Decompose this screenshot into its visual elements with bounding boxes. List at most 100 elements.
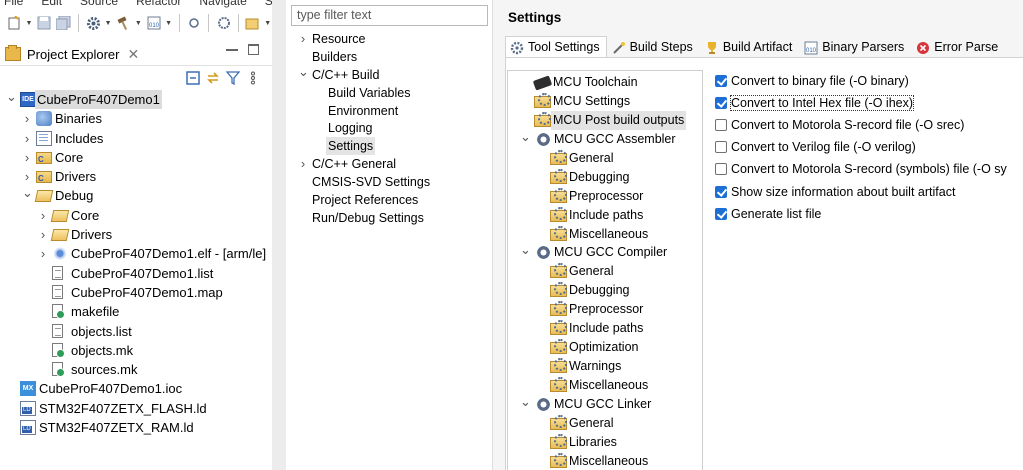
tool-tree-item[interactable]: MCU Post build outputs bbox=[508, 110, 702, 130]
chevron-right-icon[interactable]: › bbox=[38, 206, 48, 225]
tab-build-steps[interactable]: Build Steps bbox=[607, 36, 700, 58]
chevron-down-icon[interactable]: ▼ bbox=[165, 20, 173, 27]
tree-item[interactable]: sources.mk bbox=[0, 360, 272, 379]
panel-splitter[interactable] bbox=[272, 0, 286, 470]
nav-item-logging[interactable]: Logging bbox=[286, 119, 493, 137]
tree-item[interactable]: objects.list bbox=[0, 322, 272, 341]
tab-build-artifact[interactable]: Build Artifact bbox=[700, 36, 799, 58]
tool-tree-item[interactable]: MCU Toolchain bbox=[508, 73, 702, 92]
chevron-down-icon[interactable]: ⌄ bbox=[520, 240, 531, 259]
tree-item[interactable]: ›Drivers bbox=[0, 167, 272, 188]
nav-item-c-c-general[interactable]: › C/C++ General bbox=[286, 155, 493, 173]
menu-item-source[interactable]: Source bbox=[80, 0, 118, 8]
menu-item-refactor[interactable]: Refactor bbox=[136, 0, 181, 8]
nav-item-cmsis-svd-settings[interactable]: CMSIS-SVD Settings bbox=[286, 173, 493, 191]
chevron-right-icon[interactable]: › bbox=[22, 148, 32, 167]
tool-tree-item[interactable]: ⌄ MCU GCC Compiler bbox=[508, 240, 702, 262]
nav-item-c-c-build[interactable]: ⌄ C/C++ Build bbox=[286, 63, 493, 84]
tree-item[interactable]: › CubeProF407Demo1.elf - [arm/le] bbox=[0, 244, 272, 263]
tree-item[interactable]: ⌄ Debug bbox=[0, 183, 272, 205]
checkbox[interactable] bbox=[715, 75, 727, 88]
menu-item-file[interactable]: File bbox=[4, 0, 23, 8]
hammer-icon[interactable] bbox=[115, 15, 131, 31]
chevron-down-icon[interactable]: ⌄ bbox=[520, 127, 531, 146]
nav-item-settings[interactable]: Settings bbox=[286, 137, 493, 156]
option-row[interactable]: Show size information about built artifa… bbox=[715, 180, 1023, 202]
option-row[interactable]: Convert to Intel Hex file (-O ihex) bbox=[715, 92, 1023, 114]
tab-error-parse[interactable]: Error Parse bbox=[911, 36, 1005, 58]
tool-tree-item[interactable]: Optimization bbox=[508, 338, 702, 357]
tool-tree-item[interactable]: General bbox=[508, 149, 702, 168]
checkbox[interactable] bbox=[715, 163, 727, 176]
view-menu-icon[interactable] bbox=[246, 71, 260, 85]
close-icon[interactable]: ✕ bbox=[127, 46, 139, 63]
option-row[interactable]: Generate list file bbox=[715, 203, 1023, 225]
run-config-icon[interactable] bbox=[215, 15, 231, 31]
tool-tree-item[interactable]: Preprocessor bbox=[508, 300, 702, 319]
collapse-all-icon[interactable] bbox=[186, 71, 200, 85]
binary-icon[interactable]: 010 bbox=[146, 15, 162, 31]
tab-binary-parsers[interactable]: 010 Binary Parsers bbox=[799, 36, 911, 58]
option-row[interactable]: Convert to Motorola S-record file (-O sr… bbox=[715, 114, 1023, 136]
tool-tree-item[interactable]: Preprocessor bbox=[508, 187, 702, 206]
chevron-down-icon[interactable]: ▼ bbox=[264, 20, 272, 27]
menu-item-sear[interactable]: Sear bbox=[265, 0, 272, 8]
tool-tree-item[interactable]: Miscellaneous bbox=[508, 225, 702, 244]
nav-item-resource[interactable]: › Resource bbox=[286, 30, 493, 48]
debug-icon[interactable] bbox=[186, 15, 202, 31]
tree-item[interactable]: STM32F407ZETX_RAM.ld bbox=[0, 418, 272, 437]
new-icon[interactable] bbox=[6, 15, 22, 31]
filter-input[interactable]: type filter text bbox=[291, 5, 488, 26]
tree-item[interactable]: › Includes bbox=[0, 129, 272, 148]
tab-project-explorer[interactable]: Project Explorer ✕ bbox=[5, 43, 139, 65]
chevron-right-icon[interactable]: › bbox=[298, 155, 308, 173]
chevron-down-icon[interactable]: ▼ bbox=[135, 20, 143, 27]
checkbox[interactable] bbox=[715, 207, 727, 220]
checkbox[interactable] bbox=[715, 141, 727, 154]
checkbox[interactable] bbox=[715, 185, 727, 198]
nav-item-project-references[interactable]: Project References bbox=[286, 191, 493, 209]
link-with-editor-icon[interactable] bbox=[206, 71, 220, 85]
chevron-down-icon[interactable]: ⌄ bbox=[6, 87, 17, 106]
gear-icon[interactable] bbox=[85, 15, 101, 31]
chevron-right-icon[interactable]: › bbox=[298, 30, 308, 48]
tree-item[interactable]: makefile bbox=[0, 302, 272, 321]
tool-tree-item[interactable]: General bbox=[508, 414, 702, 433]
save-all-icon[interactable] bbox=[56, 15, 72, 31]
tree-item[interactable]: objects.mk bbox=[0, 341, 272, 360]
menu-item-navigate[interactable]: Navigate bbox=[199, 0, 246, 8]
tree-item[interactable]: › Core bbox=[0, 206, 272, 225]
tab-tool-settings[interactable]: Tool Settings bbox=[505, 36, 607, 58]
tool-tree-item[interactable]: Miscellaneous bbox=[508, 452, 702, 470]
chevron-right-icon[interactable]: › bbox=[22, 109, 32, 128]
tree-item[interactable]: › Core bbox=[0, 148, 272, 169]
nav-item-builders[interactable]: Builders bbox=[286, 48, 493, 66]
tree-item[interactable]: ›Drivers bbox=[0, 225, 272, 244]
nav-item-run-debug-settings[interactable]: Run/Debug Settings bbox=[286, 209, 493, 227]
checkbox[interactable] bbox=[715, 97, 727, 110]
chevron-down-icon[interactable]: ▼ bbox=[105, 20, 113, 27]
tree-item[interactable]: › Binaries bbox=[0, 109, 272, 128]
checkbox[interactable] bbox=[715, 119, 727, 132]
tool-tree-item[interactable]: Warnings bbox=[508, 357, 702, 376]
tool-tree-item[interactable]: General bbox=[508, 262, 702, 281]
minimize-icon[interactable] bbox=[226, 49, 238, 51]
maximize-icon[interactable] bbox=[248, 44, 259, 55]
open-type-icon[interactable] bbox=[245, 15, 261, 31]
tool-tree-item[interactable]: Miscellaneous bbox=[508, 376, 702, 395]
chevron-down-icon[interactable]: ⌄ bbox=[298, 63, 309, 81]
chevron-down-icon[interactable]: ▼ bbox=[25, 20, 33, 27]
tree-item[interactable]: MX CubeProF407Demo1.ioc bbox=[0, 379, 272, 398]
tool-tree-item[interactable]: Libraries bbox=[508, 433, 702, 452]
chevron-right-icon[interactable]: › bbox=[38, 225, 48, 244]
chevron-down-icon[interactable]: ⌄ bbox=[520, 392, 531, 411]
save-icon[interactable] bbox=[36, 15, 52, 31]
tool-tree-item[interactable]: ⌄ MCU GCC Linker bbox=[508, 392, 702, 414]
chevron-right-icon[interactable]: › bbox=[38, 244, 48, 263]
tree-item[interactable]: CubeProF407Demo1.list bbox=[0, 264, 272, 283]
chevron-down-icon[interactable]: ⌄ bbox=[22, 183, 33, 202]
chevron-right-icon[interactable]: › bbox=[22, 129, 32, 148]
option-row[interactable]: Convert to Verilog file (-O verilog) bbox=[715, 136, 1023, 158]
tool-tree-item[interactable]: Debugging bbox=[508, 168, 702, 187]
tool-tree-item[interactable]: Include paths bbox=[508, 319, 702, 338]
